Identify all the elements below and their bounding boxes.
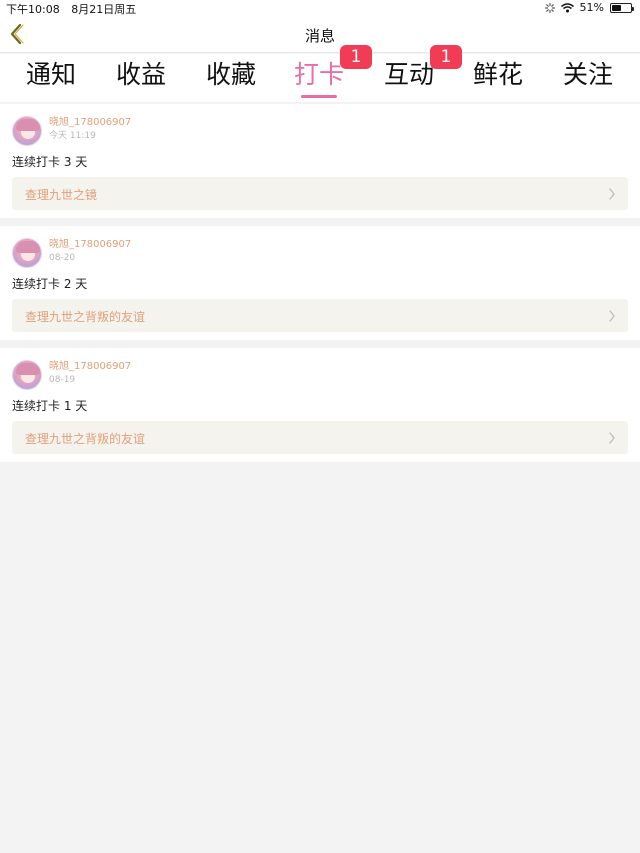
message-card: 晓旭_178006907 08-20 连续打卡 2 天 查理九世之背叛的友谊	[0, 226, 640, 340]
message-content: 连续打卡 1 天	[12, 399, 88, 413]
book-title: 查理九世之背叛的友谊	[25, 432, 146, 446]
tab-label: 通知	[25, 60, 76, 89]
status-date: 8月21日周五	[71, 3, 137, 16]
message-list: 晓旭_178006907 今天 11:19 连续打卡 3 天 查理九世之镜 晓旭…	[0, 104, 640, 470]
message-card: 晓旭_178006907 08-19 连续打卡 1 天 查理九世之背叛的友谊	[0, 348, 640, 462]
active-tab-indicator	[301, 95, 337, 98]
book-link[interactable]: 查理九世之镜	[12, 177, 628, 210]
tab-bar: 通知 收益 收藏 打卡 1 互动 1 鲜花 关注	[0, 45, 640, 102]
tab-interactions[interactable]: 互动 1	[364, 45, 462, 102]
message-meta: 晓旭_178006907 今天 11:19	[49, 116, 131, 142]
tab-label: 关注	[562, 60, 613, 89]
message-header: 晓旭_178006907 今天 11:19	[12, 116, 628, 146]
message-content: 连续打卡 3 天	[12, 155, 88, 169]
message-meta: 晓旭_178006907 08-19	[49, 360, 131, 386]
message-meta: 晓旭_178006907 08-20	[49, 238, 131, 264]
tab-label: 鲜花	[472, 60, 523, 89]
book-title: 查理九世之镜	[25, 188, 98, 202]
status-right: 51%	[544, 1, 634, 14]
chevron-right-icon	[609, 310, 615, 322]
book-link[interactable]: 查理九世之背叛的友谊	[12, 421, 628, 454]
tab-flowers[interactable]: 鲜花	[453, 54, 543, 102]
avatar[interactable]	[12, 360, 42, 390]
tab-follow[interactable]: 关注	[543, 54, 633, 102]
chevron-right-icon	[609, 188, 615, 200]
status-time: 下午10:08	[6, 3, 60, 16]
book-title: 查理九世之背叛的友谊	[25, 310, 146, 324]
book-link[interactable]: 查理九世之背叛的友谊	[12, 299, 628, 332]
battery-percent: 51%	[579, 1, 604, 14]
timestamp: 08-19	[49, 375, 76, 385]
battery-icon	[610, 2, 634, 13]
tab-favorites[interactable]: 收藏	[186, 54, 276, 102]
loading-icon	[544, 2, 555, 13]
message-content: 连续打卡 2 天	[12, 277, 88, 291]
tab-notifications[interactable]: 通知	[6, 54, 96, 102]
tab-checkin[interactable]: 打卡 1	[274, 45, 372, 102]
battery-fill	[612, 4, 622, 11]
avatar[interactable]	[12, 238, 42, 268]
tab-earnings[interactable]: 收益	[96, 54, 186, 102]
message-header: 晓旭_178006907 08-19	[12, 360, 628, 390]
chevron-right-icon	[609, 432, 615, 444]
page-title: 消息	[304, 27, 335, 45]
username[interactable]: 晓旭_178006907	[49, 360, 131, 374]
tab-label: 收藏	[205, 60, 256, 89]
message-header: 晓旭_178006907 08-20	[12, 238, 628, 268]
message-card: 晓旭_178006907 今天 11:19 连续打卡 3 天 查理九世之镜	[0, 104, 640, 218]
avatar[interactable]	[12, 116, 42, 146]
username[interactable]: 晓旭_178006907	[49, 238, 131, 252]
status-left: 下午10:08 8月21日周五	[6, 1, 144, 17]
status-bar: 下午10:08 8月21日周五 51%	[0, 0, 640, 16]
tab-label: 收益	[115, 60, 166, 89]
nav-bar: 消息	[0, 16, 640, 53]
tab-label: 互动	[383, 60, 434, 89]
timestamp: 今天 11:19	[49, 131, 96, 141]
wifi-icon	[560, 2, 574, 12]
username[interactable]: 晓旭_178006907	[49, 116, 131, 130]
tab-label: 打卡	[293, 60, 344, 89]
timestamp: 08-20	[49, 253, 76, 263]
